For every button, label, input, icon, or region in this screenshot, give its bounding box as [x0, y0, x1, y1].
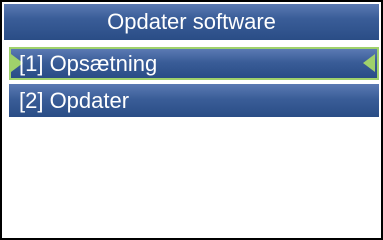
menu-item-label: [2] Opdater — [19, 88, 130, 113]
menu-item-label: [1] Opsætning — [19, 51, 158, 76]
device-screen: Opdater software [1] Opsætning [2] Opdat… — [0, 0, 383, 240]
screen-title: Opdater software — [4, 4, 379, 40]
menu-item-setup[interactable]: [1] Opsætning — [9, 47, 379, 80]
menu-item-update[interactable]: [2] Opdater — [9, 84, 379, 117]
selection-arrow-left-icon — [363, 54, 375, 72]
